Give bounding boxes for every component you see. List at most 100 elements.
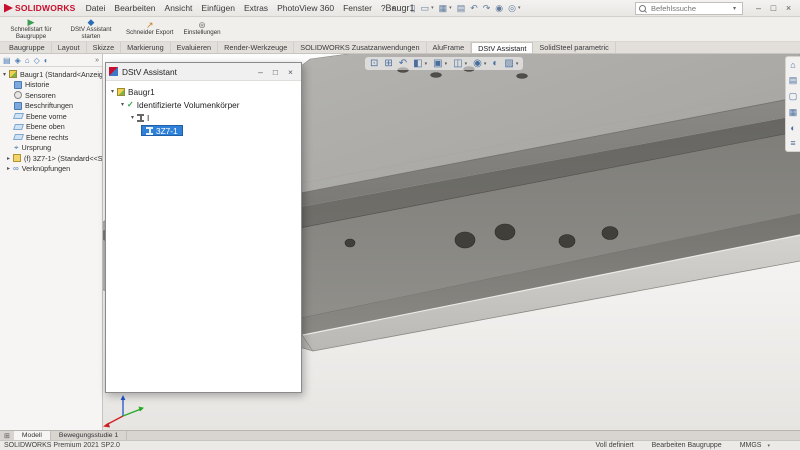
print-icon[interactable]: ▤ bbox=[457, 3, 466, 14]
chevron-right-icon[interactable]: ▸ bbox=[7, 155, 10, 162]
chevron-right-icon[interactable]: ▸ bbox=[7, 165, 10, 172]
section-view-icon[interactable]: ◧ bbox=[413, 58, 422, 69]
menu-datei[interactable]: Datei bbox=[86, 3, 106, 13]
search-dropdown-icon[interactable]: ▾ bbox=[733, 5, 736, 12]
chevron-down-icon[interactable]: ▾ bbox=[3, 71, 6, 78]
file-explorer-icon[interactable]: ▢ bbox=[789, 91, 798, 102]
dialog-close-button[interactable]: × bbox=[283, 67, 298, 77]
tab-markierung[interactable]: Markierung bbox=[121, 42, 171, 53]
minimize-button[interactable]: – bbox=[751, 3, 766, 13]
selected-item[interactable]: 3Z7-1 bbox=[141, 125, 183, 136]
menu-ansicht[interactable]: Ansicht bbox=[165, 3, 193, 13]
section-dropdown-icon[interactable]: ▾ bbox=[425, 61, 428, 67]
rebuild-icon[interactable]: ◉ bbox=[495, 3, 503, 14]
home-icon[interactable]: ⌂ bbox=[790, 60, 795, 70]
previous-view-icon[interactable]: ↶ bbox=[399, 58, 407, 69]
close-button[interactable]: × bbox=[781, 3, 796, 13]
dialog-maximize-button[interactable]: □ bbox=[268, 67, 283, 77]
tab-baugruppe[interactable]: Baugruppe bbox=[3, 42, 52, 53]
menu-einfuegen[interactable]: Einfügen bbox=[201, 3, 235, 13]
scene-dropdown-icon[interactable]: ▾ bbox=[516, 61, 519, 67]
tab-bewegungsstudie[interactable]: Bewegungsstudie 1 bbox=[51, 431, 128, 440]
undo-icon[interactable]: ↶ bbox=[470, 3, 478, 14]
feature-manager-tab-icon[interactable]: ▤ bbox=[3, 56, 11, 65]
tab-evaluieren[interactable]: Evaluieren bbox=[171, 42, 219, 53]
menu-extras[interactable]: Extras bbox=[244, 3, 268, 13]
hide-show-items-icon[interactable]: ◉ bbox=[473, 58, 482, 69]
open-dropdown-icon[interactable]: ▾ bbox=[431, 5, 434, 11]
dialog-tree-profile-group[interactable]: ▾ I bbox=[108, 111, 299, 124]
menu-bearbeiten[interactable]: Bearbeiten bbox=[114, 3, 155, 13]
tree-item-label: Ebene rechts bbox=[26, 132, 69, 142]
display-manager-tab-icon[interactable]: ◐ bbox=[44, 56, 49, 65]
tree-item-sensoren[interactable]: Sensoren bbox=[0, 90, 102, 101]
display-style-icon[interactable]: ◫ bbox=[453, 58, 462, 69]
tab-zusatzanwendungen[interactable]: SOLIDWORKS Zusatzanwendungen bbox=[294, 42, 427, 53]
hide-show-dropdown-icon[interactable]: ▾ bbox=[484, 61, 487, 67]
feature-manager-tab-strip: ▤ ◈ ⌂ ◇ ◐ » bbox=[0, 54, 102, 67]
apply-scene-icon[interactable]: ▨ bbox=[504, 58, 513, 69]
options-icon[interactable]: ◎ bbox=[508, 3, 516, 14]
orientation-dropdown-icon[interactable]: ▾ bbox=[445, 61, 448, 67]
menu-fenster[interactable]: Fenster bbox=[343, 3, 372, 13]
tab-skizze[interactable]: Skizze bbox=[87, 42, 122, 53]
command-search[interactable]: ▾ bbox=[635, 1, 743, 15]
tree-item-verknuepfungen[interactable]: ▸ ∞ Verknüpfungen bbox=[0, 164, 102, 175]
view-palette-icon[interactable]: ▦ bbox=[789, 107, 798, 118]
tree-root-assembly[interactable]: ▾ Baugr1 (Standard<Anzeigestatus-1>) bbox=[0, 69, 102, 80]
dialog-tree-item-selected[interactable]: 3Z7-1 bbox=[108, 124, 299, 137]
tree-item-ebene-vorne[interactable]: Ebene vorne bbox=[0, 111, 102, 122]
maximize-button[interactable]: □ bbox=[766, 3, 781, 13]
chevron-down-icon[interactable]: ▾ bbox=[111, 88, 114, 95]
command-search-input[interactable] bbox=[649, 2, 733, 14]
custom-properties-icon[interactable]: ≡ bbox=[790, 138, 795, 148]
zoom-area-icon[interactable]: ⊞ bbox=[384, 58, 392, 69]
configuration-manager-tab-icon[interactable]: ⌂ bbox=[25, 56, 30, 65]
plane-icon bbox=[13, 123, 24, 130]
options-dropdown-icon[interactable]: ▾ bbox=[518, 5, 521, 11]
tree-item-ebene-rechts[interactable]: Ebene rechts bbox=[0, 132, 102, 143]
design-library-icon[interactable]: ▤ bbox=[789, 75, 798, 86]
open-document-icon[interactable]: ▭ bbox=[421, 3, 430, 14]
tab-aluframe[interactable]: AluFrame bbox=[427, 42, 472, 53]
dimxpert-manager-tab-icon[interactable]: ◇ bbox=[34, 56, 40, 65]
tab-render-werkzeuge[interactable]: Render-Werkzeuge bbox=[218, 42, 295, 53]
dialog-tree-identified-solids[interactable]: ▾ ✓ Identifizierte Volumenkörper bbox=[108, 98, 299, 111]
pane-splitter-icon[interactable]: ⊞ bbox=[0, 431, 14, 440]
tree-item-ebene-oben[interactable]: Ebene oben bbox=[0, 122, 102, 133]
units-selector[interactable]: MMGS bbox=[740, 442, 762, 449]
redo-icon[interactable]: ↷ bbox=[483, 3, 491, 14]
tree-item-label: Historie bbox=[25, 80, 50, 90]
tree-item-beschriftungen[interactable]: Beschriftungen bbox=[0, 101, 102, 112]
dialog-titlebar[interactable]: DStV Assistant – □ × bbox=[106, 63, 301, 81]
property-manager-tab-icon[interactable]: ◈ bbox=[15, 56, 21, 65]
units-dropdown-icon[interactable]: ▾ bbox=[767, 443, 770, 449]
quickstart-assembly-button[interactable]: ▶ Schnellstart für Baugruppe bbox=[2, 17, 60, 40]
dialog-tree-label: Identifizierte Volumenkörper bbox=[136, 99, 240, 110]
origin-icon: ⌖ bbox=[14, 142, 19, 152]
tab-modell[interactable]: Modell bbox=[13, 431, 51, 440]
tree-item-historie[interactable]: Historie bbox=[0, 80, 102, 91]
panel-overflow-icon[interactable]: » bbox=[95, 57, 99, 64]
edit-appearance-icon[interactable]: ◐ bbox=[492, 58, 498, 69]
dialog-tree-label: Baugr1 bbox=[128, 86, 155, 97]
tab-dstv-assistant[interactable]: DStV Assistant bbox=[471, 42, 534, 53]
tab-layout[interactable]: Layout bbox=[52, 42, 87, 53]
dialog-tree-root[interactable]: ▾ Baugr1 bbox=[108, 85, 299, 98]
menu-photoview[interactable]: PhotoView 360 bbox=[277, 3, 334, 13]
chevron-down-icon[interactable]: ▾ bbox=[131, 114, 134, 121]
dstv-assistant-start-button[interactable]: ◆ DStV Assistant starten bbox=[62, 17, 120, 40]
chevron-down-icon[interactable]: ▾ bbox=[121, 101, 124, 108]
save-dropdown-icon[interactable]: ▾ bbox=[449, 5, 452, 11]
appearances-icon[interactable]: ◐ bbox=[790, 123, 795, 133]
tree-item-ursprung[interactable]: ⌖ Ursprung bbox=[0, 143, 102, 154]
schneider-export-button[interactable]: ↗ Schneider Export bbox=[122, 18, 177, 40]
dialog-minimize-button[interactable]: – bbox=[253, 67, 268, 77]
save-icon[interactable]: ▦ bbox=[439, 3, 448, 14]
display-style-dropdown-icon[interactable]: ▾ bbox=[465, 61, 468, 67]
tab-solidsteel[interactable]: SolidSteel parametric bbox=[533, 42, 616, 53]
settings-button[interactable]: ⊛ Einstellungen bbox=[179, 18, 224, 40]
tree-item-part[interactable]: ▸ (f) 3Z7-1> (Standard<<Standard>_Anzeig… bbox=[0, 153, 102, 164]
zoom-fit-icon[interactable]: ⊡ bbox=[370, 58, 378, 69]
view-orientation-icon[interactable]: ▣ bbox=[433, 58, 442, 69]
